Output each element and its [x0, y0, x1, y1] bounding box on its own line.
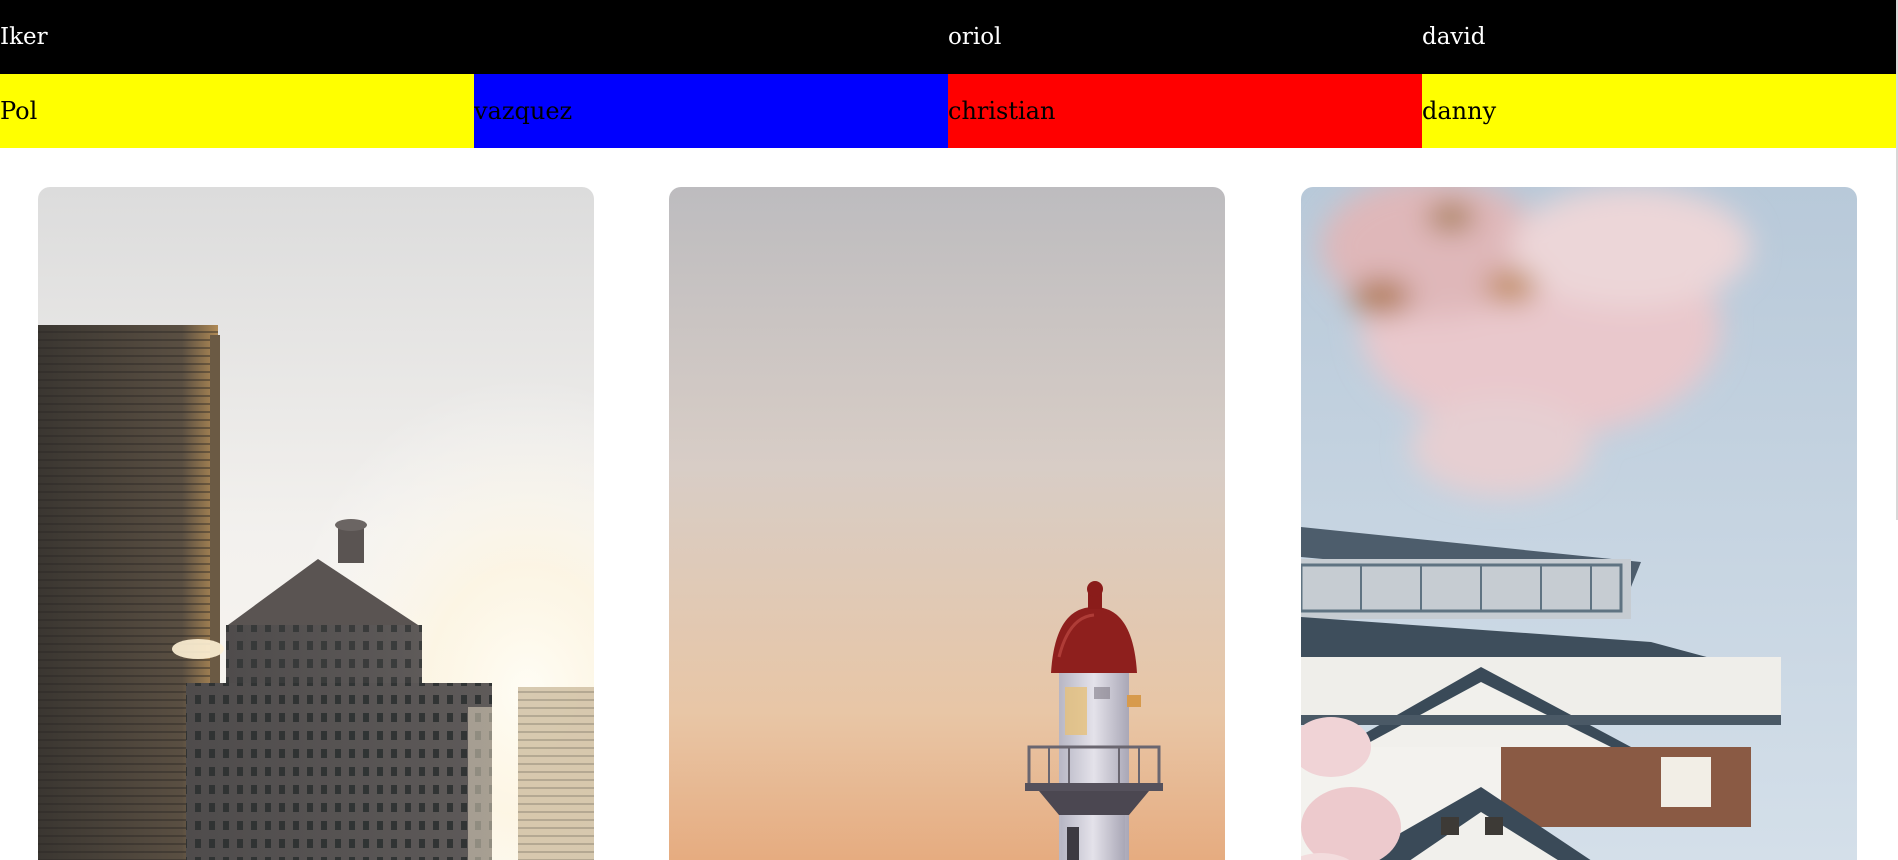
castle-illustration — [1301, 187, 1857, 860]
bottom-cell-3-label: christian — [948, 97, 1056, 125]
gallery-image-lighthouse[interactable] — [669, 187, 1225, 860]
top-cell-1: Iker — [0, 0, 474, 74]
bottom-cell-1: Pol — [0, 74, 474, 148]
gallery-image-japanese-castle[interactable] — [1301, 187, 1857, 860]
bottom-name-row: Pol vazquez christian danny — [0, 74, 1896, 148]
gallery-image-city-skyline[interactable] — [38, 187, 594, 860]
top-cell-3: oriol — [948, 0, 1422, 74]
top-cell-4-label: david — [1422, 23, 1486, 50]
top-cell-4: david — [1422, 0, 1896, 74]
image-gallery — [38, 187, 1858, 860]
page: Iker oriol david Pol vazquez christian d… — [0, 0, 1898, 860]
bottom-cell-1-label: Pol — [0, 97, 38, 125]
bottom-cell-2-label: vazquez — [474, 97, 573, 125]
city-skyline-illustration — [38, 187, 594, 860]
lighthouse-illustration — [669, 187, 1225, 860]
top-cell-1-label: Iker — [0, 23, 48, 50]
bottom-cell-4-label: danny — [1422, 97, 1497, 125]
bottom-cell-2: vazquez — [474, 74, 948, 148]
bottom-cell-4: danny — [1422, 74, 1896, 148]
top-cell-3-label: oriol — [948, 23, 1002, 50]
top-name-row: Iker oriol david — [0, 0, 1896, 74]
top-cell-2 — [474, 0, 948, 74]
bottom-cell-3: christian — [948, 74, 1422, 148]
